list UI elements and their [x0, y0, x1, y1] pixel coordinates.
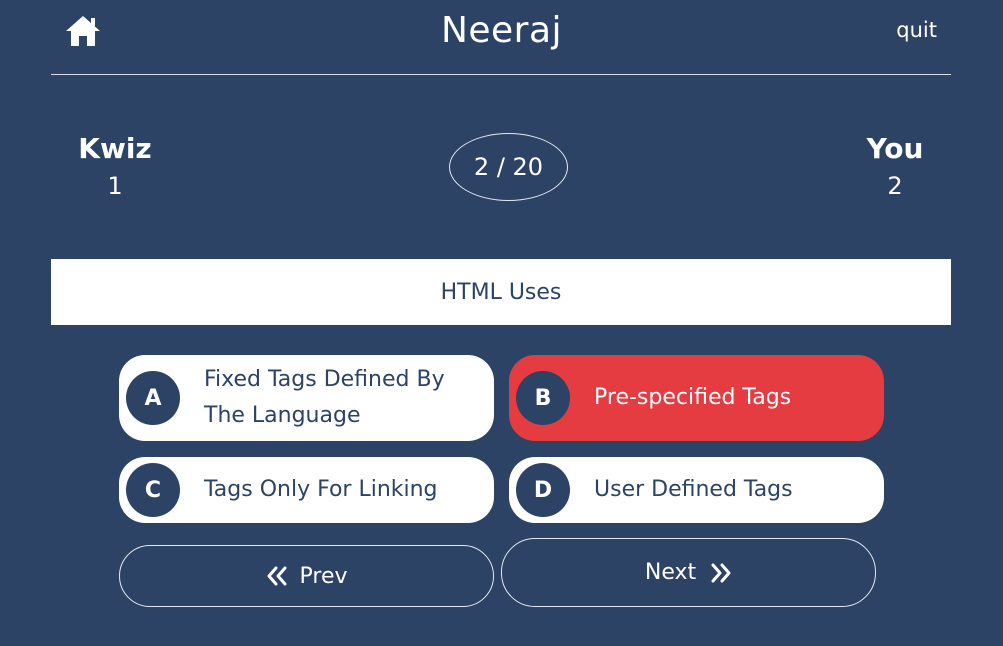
option-d[interactable]: D User Defined Tags	[509, 457, 884, 523]
option-text-d: User Defined Tags	[594, 477, 793, 502]
question-text: HTML Uses	[51, 259, 951, 325]
question-counter: 2 / 20	[449, 133, 568, 201]
quit-link[interactable]: quit	[896, 18, 937, 42]
user-name: You	[866, 132, 924, 165]
opponent-name: Kwiz	[78, 132, 152, 165]
option-letter-b: B	[516, 371, 570, 425]
double-chevron-left-icon	[267, 566, 286, 586]
option-letter-a: A	[126, 371, 180, 425]
user-score-panel: You 2	[835, 132, 955, 201]
quiz-screen: Neeraj quit Kwiz 1 2 / 20 You 2 HTML Use…	[0, 0, 1003, 646]
prev-label: Prev	[299, 563, 348, 589]
double-chevron-right-icon	[711, 563, 731, 582]
page-title: Neeraj	[440, 10, 563, 51]
option-a[interactable]: A Fixed Tags Defined By The Language	[119, 355, 494, 441]
option-text-a: Fixed Tags Defined By The Language	[204, 367, 445, 428]
header-divider	[51, 74, 951, 75]
option-b[interactable]: B Pre-specified Tags	[509, 355, 884, 441]
option-letter-c: C	[126, 463, 180, 517]
option-text-b: Pre-specified Tags	[594, 385, 792, 410]
option-letter-d: D	[516, 463, 570, 517]
user-score: 2	[887, 172, 903, 200]
opponent-score: 1	[107, 172, 123, 200]
next-label: Next	[644, 560, 697, 585]
option-text-c: Tags Only For Linking	[204, 477, 438, 502]
next-button[interactable]: Next	[501, 538, 876, 607]
prev-button[interactable]: Prev	[119, 545, 494, 607]
opponent-score-panel: Kwiz 1	[55, 132, 175, 201]
option-c[interactable]: C Tags Only For Linking	[119, 457, 494, 523]
